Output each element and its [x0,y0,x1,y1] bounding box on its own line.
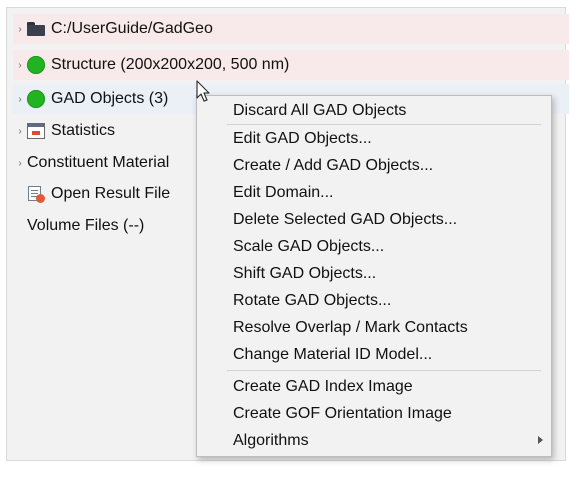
tree-item-label: Constituent Material [27,154,170,171]
tree-item-structure[interactable]: › Structure (200x200x200, 500 nm) [13,50,569,80]
result-file-icon [27,185,45,203]
tree-item-label: Structure (200x200x200, 500 nm) [51,56,290,73]
expand-arrow-icon[interactable]: › [13,158,27,169]
menu-item-edit-domain[interactable]: Edit Domain... [197,179,551,206]
menu-item-rotate[interactable]: Rotate GAD Objects... [197,287,551,314]
expand-arrow-icon[interactable]: › [13,60,27,71]
menu-item-create-gof-orientation-image[interactable]: Create GOF Orientation Image [197,400,551,427]
expand-arrow-icon[interactable]: › [13,94,27,105]
menu-item-create-gad-index-image[interactable]: Create GAD Index Image [197,373,551,400]
tree-item-label: C:/UserGuide/GadGeo [51,20,213,37]
statistics-icon [27,123,45,139]
tree-item-project-folder[interactable]: › C:/UserGuide/GadGeo [13,14,569,44]
menu-separator [227,370,541,371]
context-menu: Discard All GAD Objects Edit GAD Objects… [196,95,552,457]
expand-arrow-icon[interactable]: › [13,24,27,35]
expand-arrow-icon[interactable]: › [13,126,27,137]
tree-item-label: GAD Objects (3) [51,90,169,107]
tree-item-label: Open Result File [51,185,171,202]
menu-item-discard-all[interactable]: Discard All GAD Objects [197,97,551,124]
tree-item-label: Statistics [51,122,116,139]
tree-item-label: Volume Files (--) [27,217,145,234]
menu-item-algorithms[interactable]: Algorithms [197,427,551,454]
menu-item-shift[interactable]: Shift GAD Objects... [197,260,551,287]
mouse-cursor-icon [196,80,210,102]
menu-item-create-add-gad-objects[interactable]: Create / Add GAD Objects... [197,152,551,179]
menu-item-resolve-overlap[interactable]: Resolve Overlap / Mark Contacts [197,314,551,341]
submenu-arrow-icon [538,436,543,444]
green-status-icon [27,56,45,74]
folder-icon [27,22,45,36]
menu-item-delete-selected[interactable]: Delete Selected GAD Objects... [197,206,551,233]
menu-item-edit-gad-objects[interactable]: Edit GAD Objects... [197,125,551,152]
menu-item-change-material-id[interactable]: Change Material ID Model... [197,341,551,368]
menu-item-scale[interactable]: Scale GAD Objects... [197,233,551,260]
green-status-icon [27,90,45,108]
